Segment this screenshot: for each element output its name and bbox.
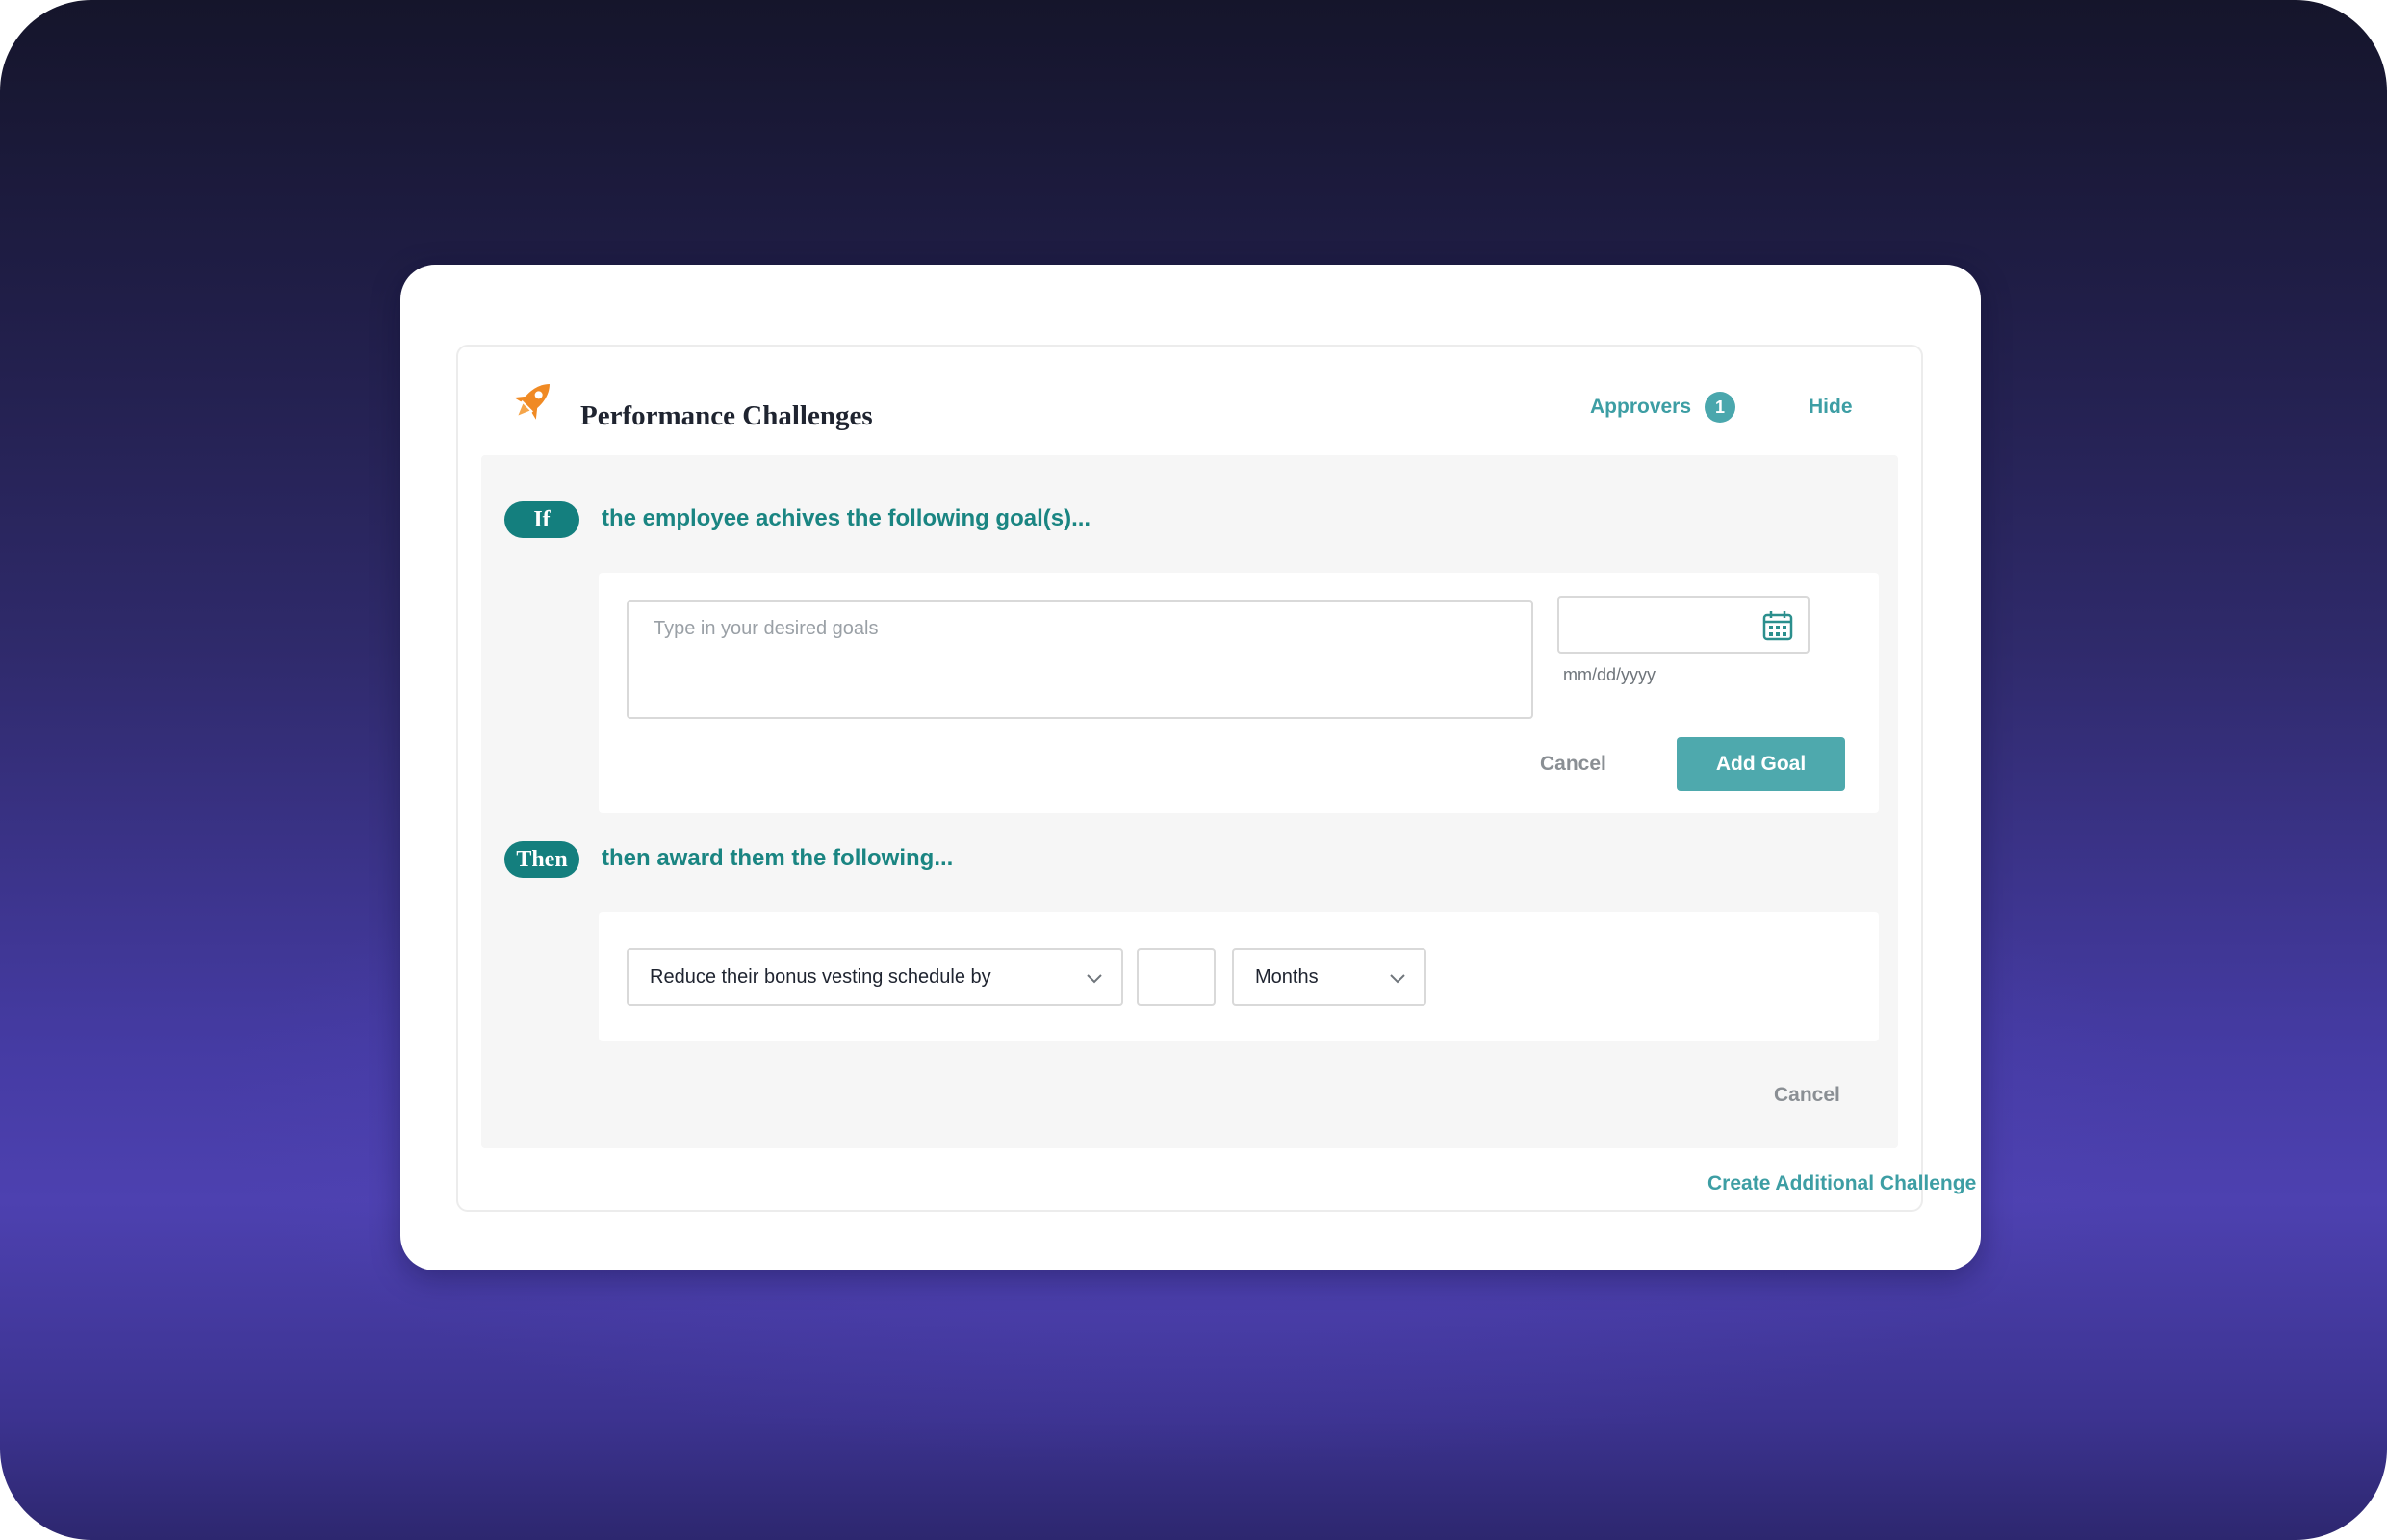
goal-cancel-button[interactable]: Cancel: [1540, 753, 1606, 776]
add-goal-button[interactable]: Add Goal: [1677, 737, 1845, 791]
if-pill: If: [504, 501, 579, 538]
create-additional-challenge-link[interactable]: Create Additional Challenge: [1707, 1172, 1976, 1195]
page-title: Performance Challenges: [580, 400, 873, 431]
award-action-select[interactable]: Reduce their bonus vesting schedule by: [627, 948, 1123, 1006]
calendar-icon[interactable]: [1761, 609, 1794, 642]
rocket-icon: [514, 384, 550, 420]
approvers-link[interactable]: Approvers 1: [1590, 392, 1736, 423]
award-units-value: Months: [1255, 965, 1319, 988]
approvers-label: Approvers: [1590, 396, 1692, 418]
then-reward-text: then award them the following...: [602, 845, 954, 871]
approvers-count-badge: 1: [1705, 392, 1736, 423]
chevron-down-icon: [1390, 974, 1405, 984]
date-input[interactable]: [1557, 596, 1810, 654]
then-pill: Then: [504, 841, 579, 878]
goal-box: Type in your desired goals mm/dd/yyyy Ca…: [599, 573, 1879, 813]
award-units-select[interactable]: Months: [1232, 948, 1426, 1006]
award-action-value: Reduce their bonus vesting schedule by: [650, 965, 991, 988]
goal-input[interactable]: Type in your desired goals: [627, 600, 1533, 719]
hide-link[interactable]: Hide: [1809, 396, 1853, 419]
award-box: Reduce their bonus vesting schedule by M…: [599, 912, 1879, 1041]
award-cancel-button[interactable]: Cancel: [1774, 1084, 1840, 1107]
date-format-hint: mm/dd/yyyy: [1563, 665, 1656, 684]
award-amount-input[interactable]: [1137, 948, 1216, 1006]
app-window: Performance Challenges Approvers 1 Hide …: [400, 265, 1981, 1270]
chevron-down-icon: [1087, 974, 1102, 984]
challenge-panel: If the employee achives the following go…: [481, 455, 1898, 1148]
if-condition-text: the employee achives the following goal(…: [602, 505, 1091, 531]
performance-challenges-card: Performance Challenges Approvers 1 Hide …: [456, 345, 1976, 1212]
